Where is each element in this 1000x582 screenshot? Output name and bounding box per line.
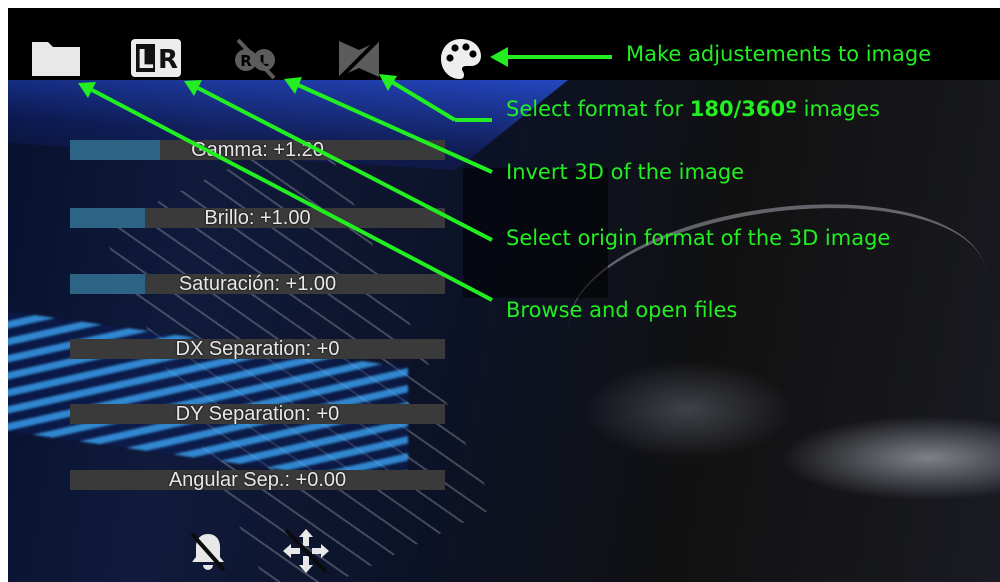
annotation-format: Select format for 180/360º images [506,97,880,121]
arrow-browse [91,88,493,302]
arrow-origin [197,86,493,242]
arrow-invert [297,83,493,174]
arrow-format [390,80,457,122]
annotation-origin: Select origin format of the 3D image [506,226,891,250]
annotation-format-post: images [796,97,880,121]
annotation-browse: Browse and open files [506,298,738,322]
annotation-arrows [78,47,612,302]
annotation-format-pre: Select format for [506,97,690,121]
annotation-invert: Invert 3D of the image [506,160,745,184]
annotation-adjust: Make adjustements to image [626,42,932,66]
arrowhead-adjust [490,47,508,67]
annotation-format-bold: 180/360º [689,97,797,121]
